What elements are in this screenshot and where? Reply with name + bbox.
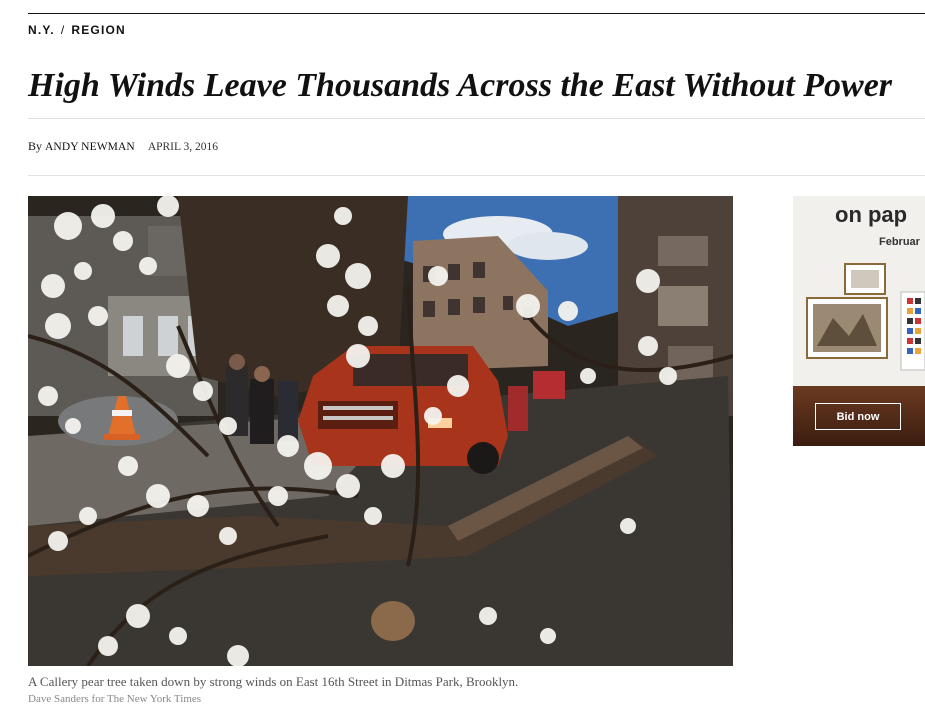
headline-divider — [28, 118, 925, 119]
section-separator: / — [60, 23, 66, 37]
section-link-ny[interactable]: N.Y. — [28, 23, 55, 37]
sidebar-ad[interactable]: on pap Februar Bid now — [793, 196, 925, 446]
top-rule — [28, 13, 925, 14]
byline-divider — [28, 175, 925, 176]
lead-photo-illustration — [28, 196, 733, 666]
section-link-region[interactable]: REGION — [71, 23, 126, 37]
section-kicker: N.Y. / REGION — [28, 23, 126, 37]
byline-prefix: By — [28, 139, 43, 153]
byline: By ANDY NEWMAN APRIL 3, 2016 — [28, 139, 218, 154]
ad-artwork — [806, 263, 925, 371]
lead-photo[interactable] — [28, 196, 733, 666]
bid-now-button[interactable]: Bid now — [815, 403, 901, 430]
photo-credit: Dave Sanders for The New York Times — [28, 693, 202, 705]
photo-caption: A Callery pear tree taken down by strong… — [28, 674, 519, 689]
author-link[interactable]: ANDY NEWMAN — [45, 141, 135, 153]
article-headline: High Winds Leave Thousands Across the Ea… — [28, 67, 893, 104]
publish-date: APRIL 3, 2016 — [147, 141, 218, 153]
